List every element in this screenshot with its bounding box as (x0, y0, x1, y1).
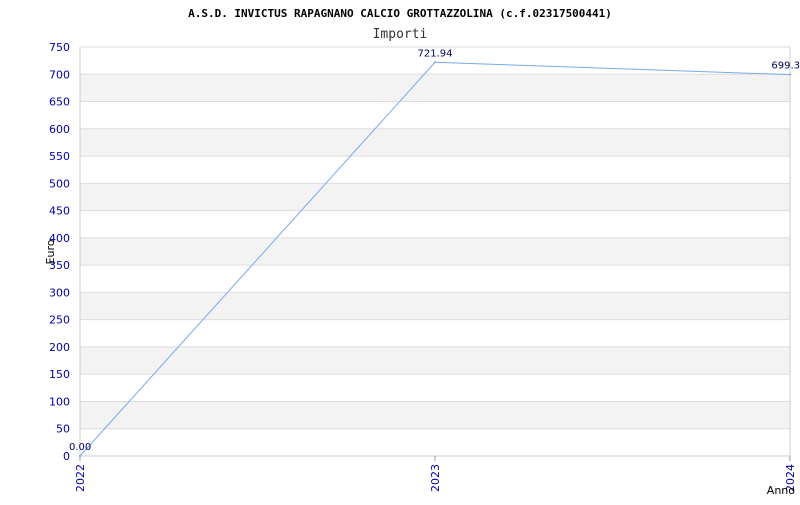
data-label: 0.00 (69, 442, 91, 453)
y-tick-label: 100 (49, 395, 70, 408)
y-tick-label: 200 (49, 341, 70, 354)
data-point (79, 455, 81, 457)
x-axis-label: Anno (767, 484, 795, 497)
y-tick-label: 650 (49, 96, 70, 109)
data-label: 699.3 (771, 61, 800, 72)
grid-band (80, 401, 790, 429)
data-label: 721.94 (418, 48, 453, 59)
y-tick-label: 550 (49, 150, 70, 163)
chart-subtitle: Importi (373, 27, 428, 42)
y-tick-label: 700 (49, 68, 70, 81)
y-tick-label: 750 (49, 41, 70, 54)
grid-bands (80, 74, 790, 429)
y-tick-label: 250 (49, 314, 70, 327)
x-tick-labels: 2022 2023 2024 (74, 464, 797, 492)
y-tick-label: 450 (49, 205, 70, 218)
data-point (434, 61, 436, 64)
x-tick-label: 2023 (429, 464, 442, 492)
data-point (789, 73, 791, 76)
chart: 0 50 100 150 200 250 300 350 400 450 500 550 600 650 7… (0, 0, 800, 500)
y-tick-label: 600 (49, 123, 70, 136)
y-axis-label: Euro (44, 239, 57, 264)
y-tick-label: 300 (49, 286, 70, 299)
y-tick-label: 150 (49, 368, 70, 381)
grid-band (80, 237, 790, 266)
grid-band (80, 292, 790, 320)
grid-band (80, 128, 790, 157)
y-tick-label: 500 (49, 177, 70, 190)
line-chart: 0501001502002503003504004505005506006507… (44, 7, 800, 497)
grid-band (80, 183, 790, 211)
grid-band (80, 346, 790, 375)
x-tick-label: 2022 (74, 464, 87, 492)
grid-band (80, 74, 790, 102)
y-tick-label: 50 (56, 423, 70, 436)
chart-title: A.S.D. INVICTUS RAPAGNANO CALCIO GROTTAZ… (188, 7, 612, 20)
